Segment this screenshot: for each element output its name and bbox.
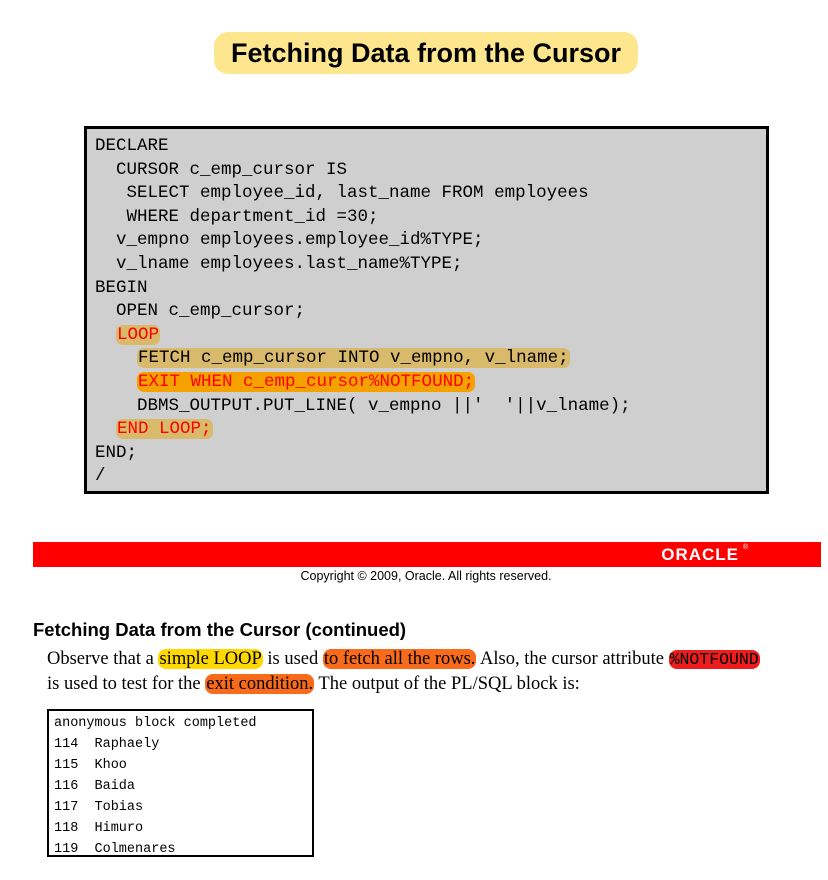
output-block: anonymous block completed 114 Raphaely 115… [47, 709, 314, 857]
footer-bar: ORACLE ® [33, 542, 821, 567]
slide-title: Fetching Data from the Cursor [214, 32, 638, 74]
output-line: 115 Khoo [54, 758, 127, 773]
exit-condition-highlight: exit condition. [205, 674, 315, 694]
code-line-where: WHERE department_id =30; [95, 206, 379, 227]
code-listing: DECLARE CURSOR c_emp_cursor IS SELECT em… [95, 135, 631, 489]
code-block: DECLARE CURSOR c_emp_cursor IS SELECT em… [84, 126, 769, 494]
code-line-begin: BEGIN [95, 277, 148, 298]
fetch-rows-highlight: to fetch all the rows. [322, 649, 477, 669]
code-line-slash: / [95, 466, 106, 487]
output-listing: anonymous block completed 114 Raphaely 115… [54, 713, 257, 860]
code-line-loop: LOOP [95, 324, 631, 348]
code-line-v-lname: v_lname employees.last_name%TYPE; [95, 253, 463, 274]
code-line-exit-when: EXIT WHEN c_emp_cursor%NOTFOUND; [95, 371, 631, 395]
output-line: 117 Tobias [54, 800, 144, 815]
code-line-open: OPEN c_emp_cursor; [95, 301, 306, 322]
fetch-statement-highlight: FETCH c_emp_cursor INTO v_empno, v_lname… [137, 348, 570, 369]
output-line: 119 Colmenares [54, 842, 176, 857]
registered-mark: ® [742, 544, 748, 551]
loop-keyword-highlight: LOOP [116, 324, 161, 345]
notes-line-2: is used to test for the exit condition. … [47, 674, 580, 694]
code-line-v-empno: v_empno employees.employee_id%TYPE; [95, 230, 484, 251]
notes-heading: Fetching Data from the Cursor (continued… [33, 619, 407, 640]
code-line-put-line: DBMS_OUTPUT.PUT_LINE( v_empno ||' '||v_l… [95, 395, 631, 416]
output-line: anonymous block completed [54, 716, 257, 731]
output-line: 116 Baida [54, 779, 136, 794]
code-line-end: END; [95, 442, 138, 463]
exit-when-highlight: EXIT WHEN c_emp_cursor%NOTFOUND; [137, 371, 476, 392]
code-line-end-loop: END LOOP; [95, 418, 631, 442]
code-line-declare: DECLARE [95, 136, 169, 156]
code-line-select: SELECT employee_id, last_name FROM emplo… [95, 183, 589, 204]
output-line: 118 Himuro [54, 821, 144, 836]
copyright-notice: Copyright © 2009, Oracle. All rights res… [300, 569, 552, 583]
end-loop-highlight: END LOOP; [116, 419, 213, 440]
notes-paragraph: Observe that a simple LOOP is used to fe… [47, 647, 822, 697]
code-line-fetch: FETCH c_emp_cursor INTO v_empno, v_lname… [95, 347, 631, 371]
notes-line-1: Observe that a simple LOOP is used to fe… [47, 649, 760, 669]
simple-loop-highlight: simple LOOP [158, 649, 263, 669]
oracle-logo: ORACLE ® [661, 542, 748, 567]
code-line-cursor-decl: CURSOR c_emp_cursor IS [95, 159, 348, 180]
notfound-highlight: %NOTFOUND [668, 650, 760, 669]
output-line: 114 Raphaely [54, 737, 160, 752]
